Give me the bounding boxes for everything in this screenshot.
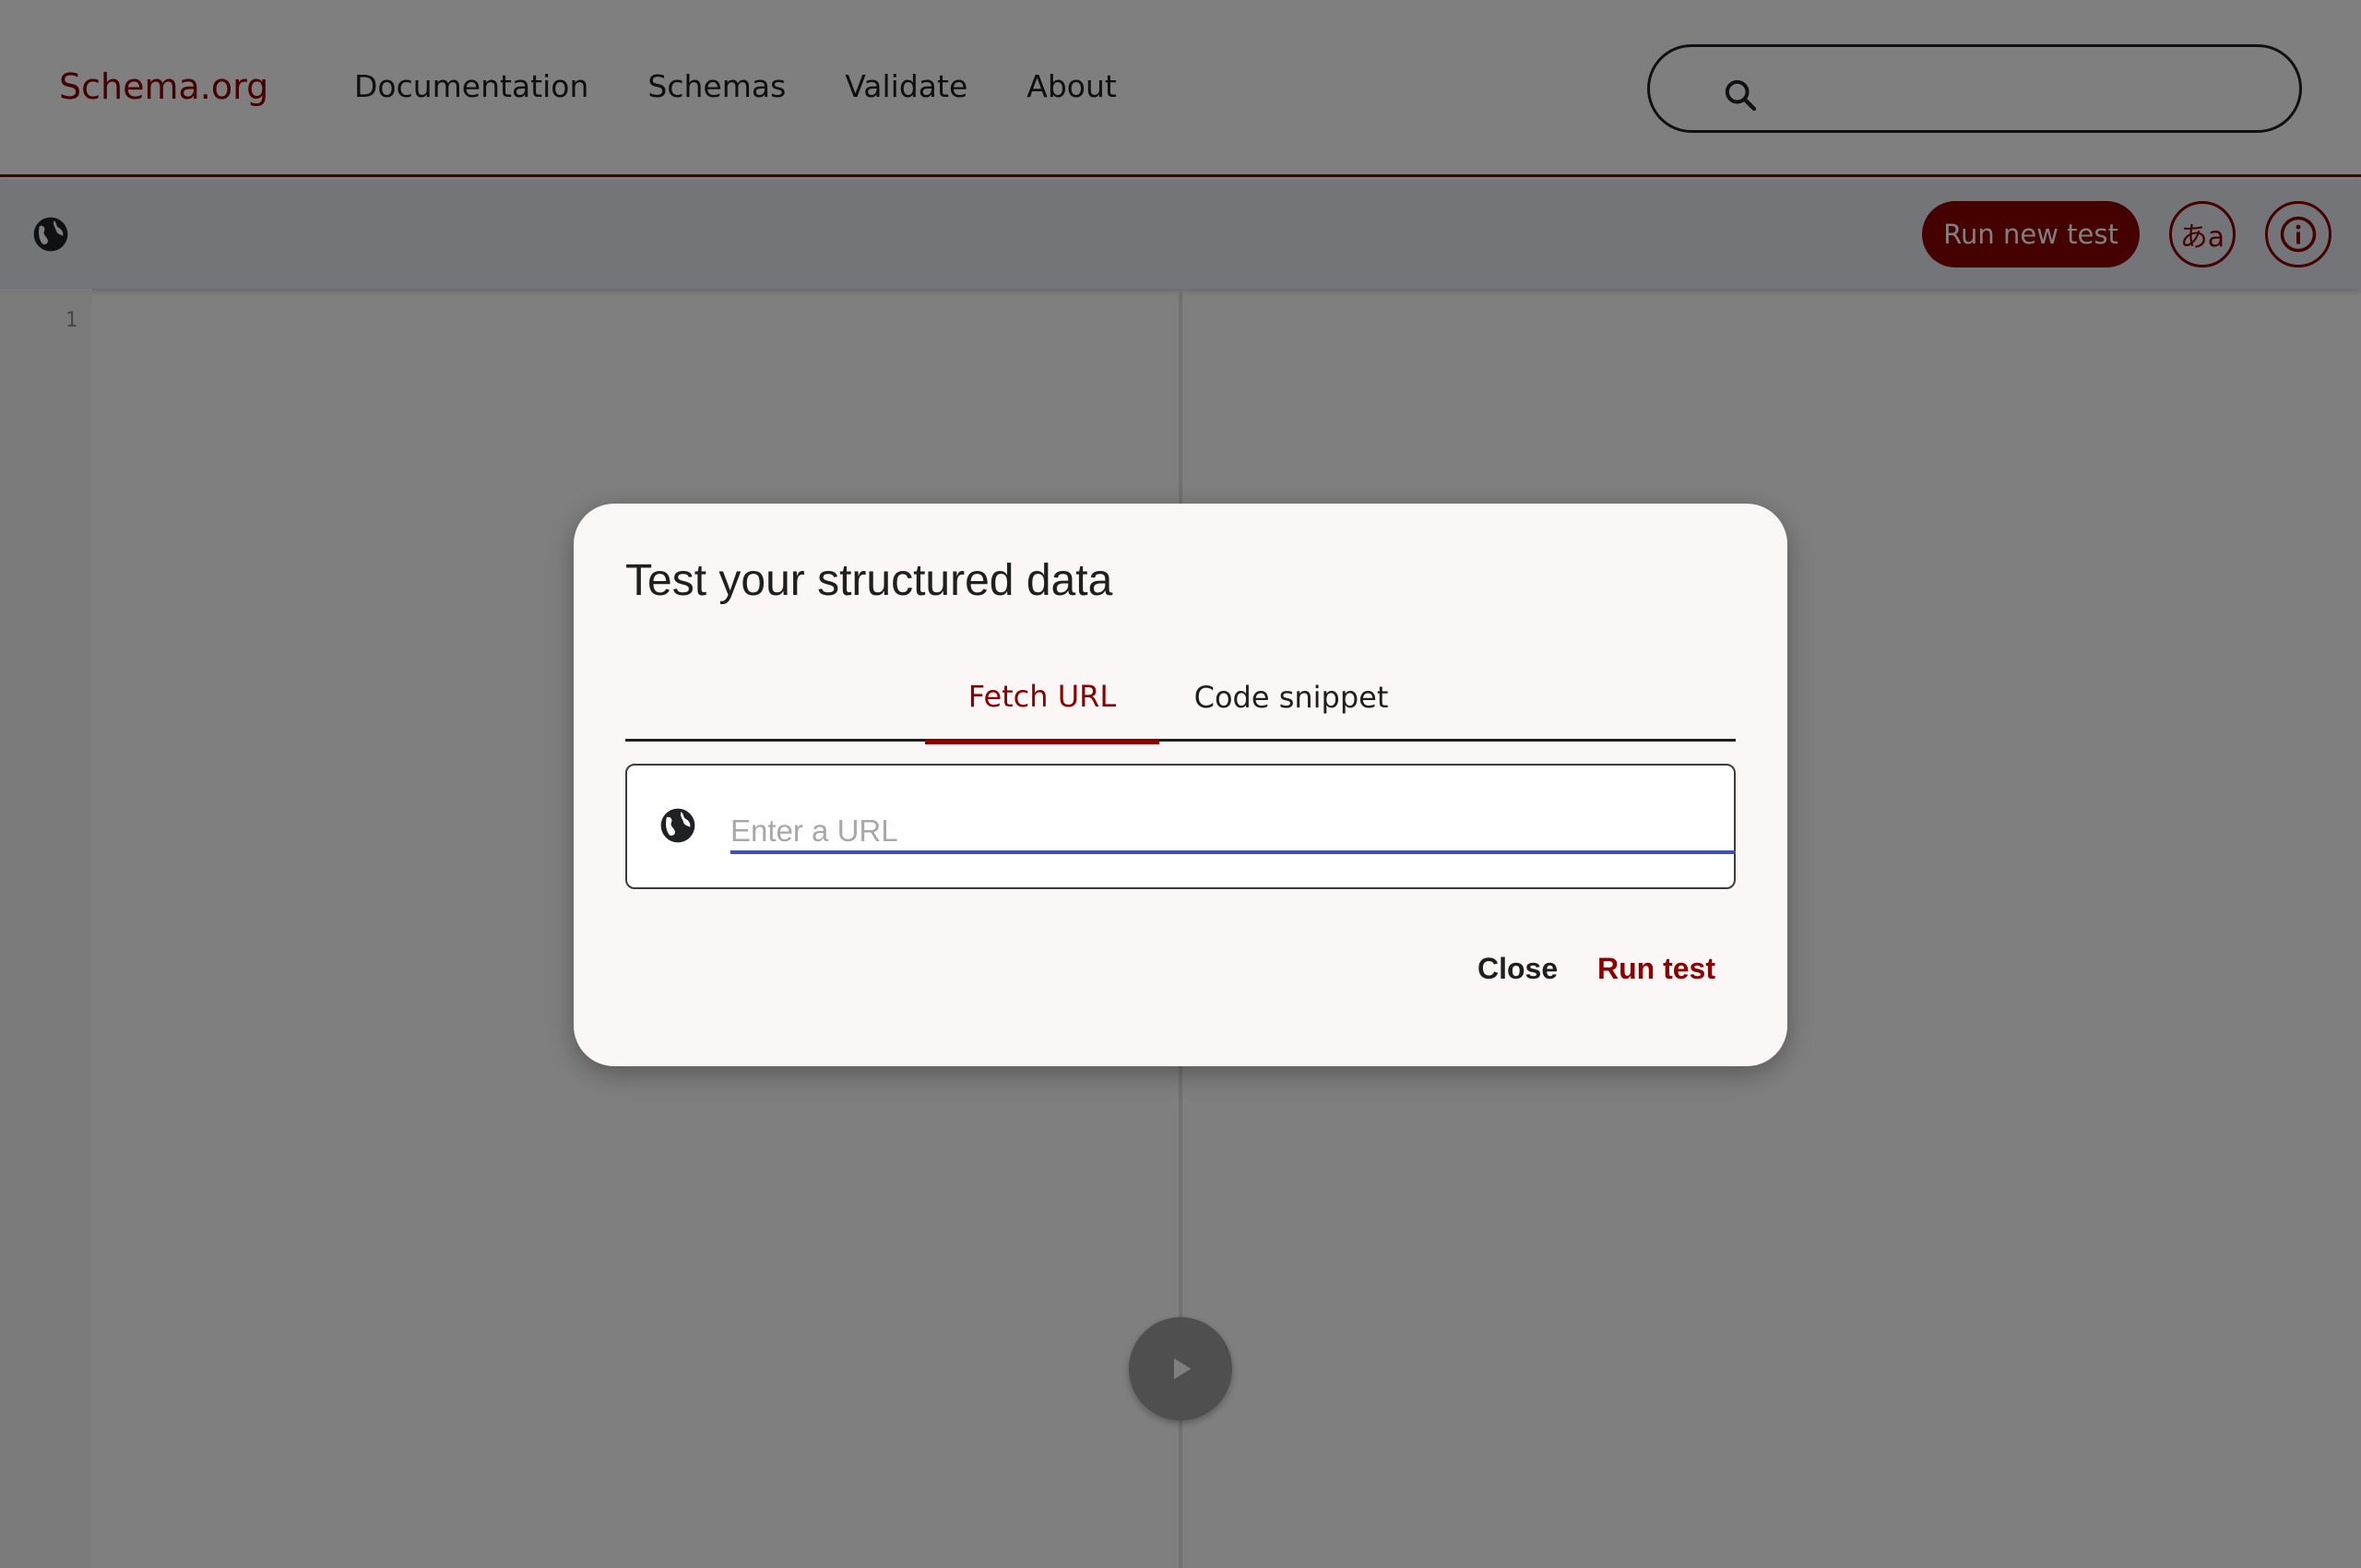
dialog-title: Test your structured data [625, 556, 1113, 605]
globe-icon [660, 808, 695, 843]
tab-code-snippet[interactable]: Code snippet [1159, 653, 1423, 742]
close-button[interactable]: Close [1477, 952, 1558, 986]
dialog-tabs: Fetch URL Code snippet [625, 653, 1736, 744]
test-dialog: Test your structured data Fetch URL Code… [574, 504, 1787, 1066]
tab-fetch-url[interactable]: Fetch URL [925, 653, 1159, 744]
url-field [625, 764, 1736, 889]
run-test-button[interactable]: Run test [1597, 952, 1715, 986]
url-input[interactable] [730, 802, 1736, 854]
